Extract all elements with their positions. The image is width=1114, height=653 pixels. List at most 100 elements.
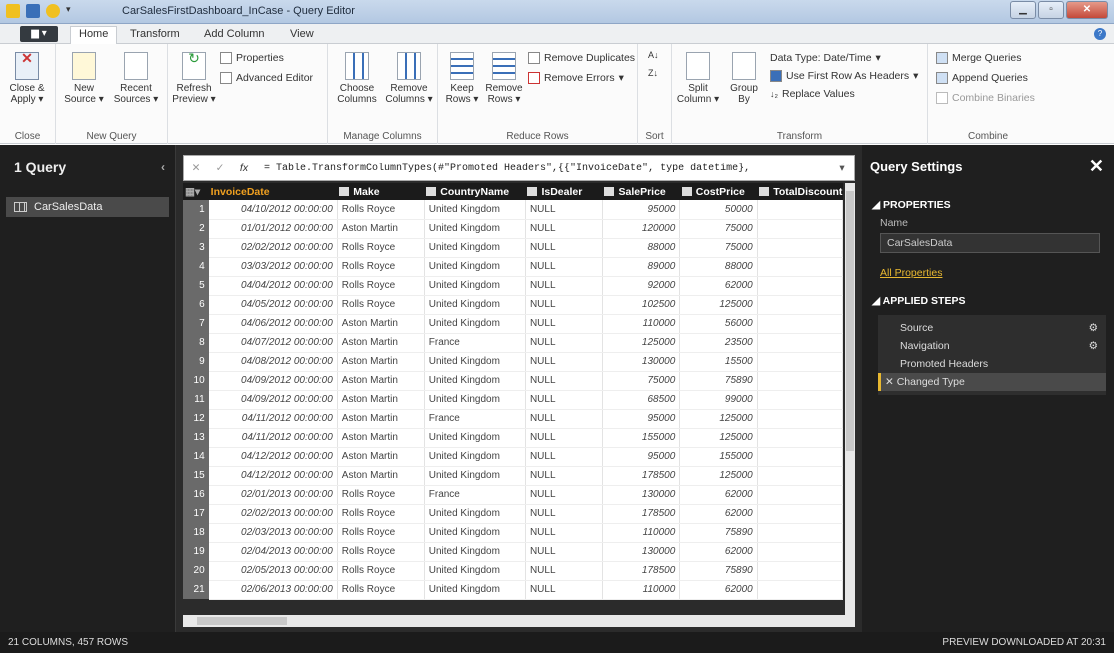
make-cell[interactable]: Aston Martin xyxy=(337,390,425,410)
horizontal-scrollbar[interactable] xyxy=(183,615,855,627)
invoicedate-cell[interactable]: 02/01/2013 00:00:00 xyxy=(208,485,338,505)
row-number[interactable]: 20 xyxy=(183,561,209,580)
collapse-pane-icon[interactable]: ‹ xyxy=(161,160,165,174)
countryname-cell[interactable]: United Kingdom xyxy=(424,238,526,258)
make-cell[interactable]: Rolls Royce xyxy=(337,561,425,581)
close-settings-icon[interactable]: ✕ xyxy=(1089,156,1104,177)
row-number[interactable]: 17 xyxy=(183,504,209,523)
first-row-headers-button[interactable]: Use First Row As Headers ▾ xyxy=(770,70,918,82)
saleprice-cell[interactable]: 95000 xyxy=(602,447,681,467)
cancel-formula-icon[interactable]: ✕ xyxy=(184,162,208,174)
sort-descending-button[interactable]: Z↓ xyxy=(648,68,658,78)
countryname-cell[interactable]: United Kingdom xyxy=(424,257,526,277)
make-cell[interactable]: Aston Martin xyxy=(337,371,425,391)
make-cell[interactable]: Rolls Royce xyxy=(337,580,425,600)
isdealer-cell[interactable]: NULL xyxy=(525,295,603,315)
horizontal-scroll-thumb[interactable] xyxy=(197,617,287,625)
step-source[interactable]: Source ⚙ xyxy=(878,319,1106,337)
make-cell[interactable]: Rolls Royce xyxy=(337,257,425,277)
invoicedate-cell[interactable]: 04/12/2012 00:00:00 xyxy=(208,466,338,486)
column-header-make[interactable]: Make xyxy=(337,183,425,200)
saleprice-cell[interactable]: 95000 xyxy=(602,409,681,429)
expand-formula-icon[interactable]: ▾ xyxy=(830,162,854,174)
isdealer-cell[interactable]: NULL xyxy=(525,276,603,296)
invoicedate-cell[interactable]: 04/10/2012 00:00:00 xyxy=(208,200,338,220)
table-row[interactable]: 6 04/05/2012 00:00:00 Rolls Royce United Ki… xyxy=(183,295,843,315)
save-icon[interactable] xyxy=(26,4,40,18)
totaldiscount-cell[interactable] xyxy=(757,523,843,543)
invoicedate-cell[interactable]: 02/02/2013 00:00:00 xyxy=(208,504,338,524)
costprice-cell[interactable]: 75890 xyxy=(679,561,758,581)
costprice-cell[interactable]: 99000 xyxy=(679,390,758,410)
totaldiscount-cell[interactable] xyxy=(757,238,843,258)
make-cell[interactable]: Rolls Royce xyxy=(337,485,425,505)
invoicedate-cell[interactable]: 04/06/2012 00:00:00 xyxy=(208,314,338,334)
invoicedate-cell[interactable]: 01/01/2012 00:00:00 xyxy=(208,219,338,239)
costprice-cell[interactable]: 62000 xyxy=(679,542,758,562)
table-row[interactable]: 12 04/11/2012 00:00:00 Aston Martin France N… xyxy=(183,409,843,429)
totaldiscount-cell[interactable] xyxy=(757,504,843,524)
isdealer-cell[interactable]: NULL xyxy=(525,200,603,220)
isdealer-cell[interactable]: NULL xyxy=(525,561,603,581)
remove-errors-button[interactable]: Remove Errors ▾ xyxy=(528,72,624,84)
row-number[interactable]: 5 xyxy=(183,276,209,295)
column-header-countryname[interactable]: CountryName xyxy=(424,183,526,200)
make-cell[interactable]: Rolls Royce xyxy=(337,200,425,220)
saleprice-cell[interactable]: 92000 xyxy=(602,276,681,296)
row-number[interactable]: 21 xyxy=(183,580,209,599)
saleprice-cell[interactable]: 110000 xyxy=(602,523,681,543)
costprice-cell[interactable]: 75000 xyxy=(679,238,758,258)
row-number[interactable]: 1 xyxy=(183,200,209,219)
countryname-cell[interactable]: France xyxy=(424,485,526,505)
isdealer-cell[interactable]: NULL xyxy=(525,409,603,429)
invoicedate-cell[interactable]: 04/09/2012 00:00:00 xyxy=(208,390,338,410)
costprice-cell[interactable]: 15500 xyxy=(679,352,758,372)
saleprice-cell[interactable]: 68500 xyxy=(602,390,681,410)
invoicedate-cell[interactable]: 03/03/2012 00:00:00 xyxy=(208,257,338,277)
row-number[interactable]: 11 xyxy=(183,390,209,409)
invoicedate-cell[interactable]: 02/03/2013 00:00:00 xyxy=(208,523,338,543)
tab-add-column[interactable]: Add Column xyxy=(196,27,273,41)
costprice-cell[interactable]: 75890 xyxy=(679,371,758,391)
countryname-cell[interactable]: United Kingdom xyxy=(424,542,526,562)
row-number[interactable]: 13 xyxy=(183,428,209,447)
totaldiscount-cell[interactable] xyxy=(757,447,843,467)
column-header-saleprice[interactable]: SalePrice xyxy=(602,183,680,200)
totaldiscount-cell[interactable] xyxy=(757,314,843,334)
query-item[interactable]: CarSalesData xyxy=(6,197,169,217)
totaldiscount-cell[interactable] xyxy=(757,219,843,239)
table-row[interactable]: 4 03/03/2012 00:00:00 Rolls Royce United Ki… xyxy=(183,257,843,277)
make-cell[interactable]: Aston Martin xyxy=(337,466,425,486)
smiley-icon[interactable] xyxy=(46,4,60,18)
formula-input[interactable]: = Table.TransformColumnTypes(#"Promoted … xyxy=(256,163,830,174)
make-cell[interactable]: Aston Martin xyxy=(337,428,425,448)
all-properties-link[interactable]: All Properties xyxy=(862,259,1114,287)
step-navigation[interactable]: Navigation ⚙ xyxy=(878,337,1106,355)
countryname-cell[interactable]: United Kingdom xyxy=(424,371,526,391)
saleprice-cell[interactable]: 110000 xyxy=(602,580,681,600)
countryname-cell[interactable]: United Kingdom xyxy=(424,504,526,524)
customize-dropdown-icon[interactable]: ▾ xyxy=(66,4,74,18)
saleprice-cell[interactable]: 178500 xyxy=(602,561,681,581)
totaldiscount-cell[interactable] xyxy=(757,428,843,448)
countryname-cell[interactable]: United Kingdom xyxy=(424,352,526,372)
table-row[interactable]: 8 04/07/2012 00:00:00 Aston Martin France NU… xyxy=(183,333,843,353)
saleprice-cell[interactable]: 89000 xyxy=(602,257,681,277)
invoicedate-cell[interactable]: 02/05/2013 00:00:00 xyxy=(208,561,338,581)
row-number[interactable]: 7 xyxy=(183,314,209,333)
countryname-cell[interactable]: United Kingdom xyxy=(424,276,526,296)
costprice-cell[interactable]: 50000 xyxy=(679,200,758,220)
saleprice-cell[interactable]: 130000 xyxy=(602,485,681,505)
countryname-cell[interactable]: United Kingdom xyxy=(424,523,526,543)
table-row[interactable]: 11 04/09/2012 00:00:00 Aston Martin United … xyxy=(183,390,843,410)
properties-button[interactable]: Properties xyxy=(220,52,284,64)
make-cell[interactable]: Rolls Royce xyxy=(337,276,425,296)
invoicedate-cell[interactable]: 04/07/2012 00:00:00 xyxy=(208,333,338,353)
isdealer-cell[interactable]: NULL xyxy=(525,504,603,524)
totaldiscount-cell[interactable] xyxy=(757,200,843,220)
isdealer-cell[interactable]: NULL xyxy=(525,333,603,353)
make-cell[interactable]: Rolls Royce xyxy=(337,504,425,524)
table-row[interactable]: 3 02/02/2012 00:00:00 Rolls Royce United Ki… xyxy=(183,238,843,258)
table-row[interactable]: 21 02/06/2013 00:00:00 Rolls Royce United K… xyxy=(183,580,843,600)
select-all-corner[interactable]: ▦▾ xyxy=(183,183,209,200)
